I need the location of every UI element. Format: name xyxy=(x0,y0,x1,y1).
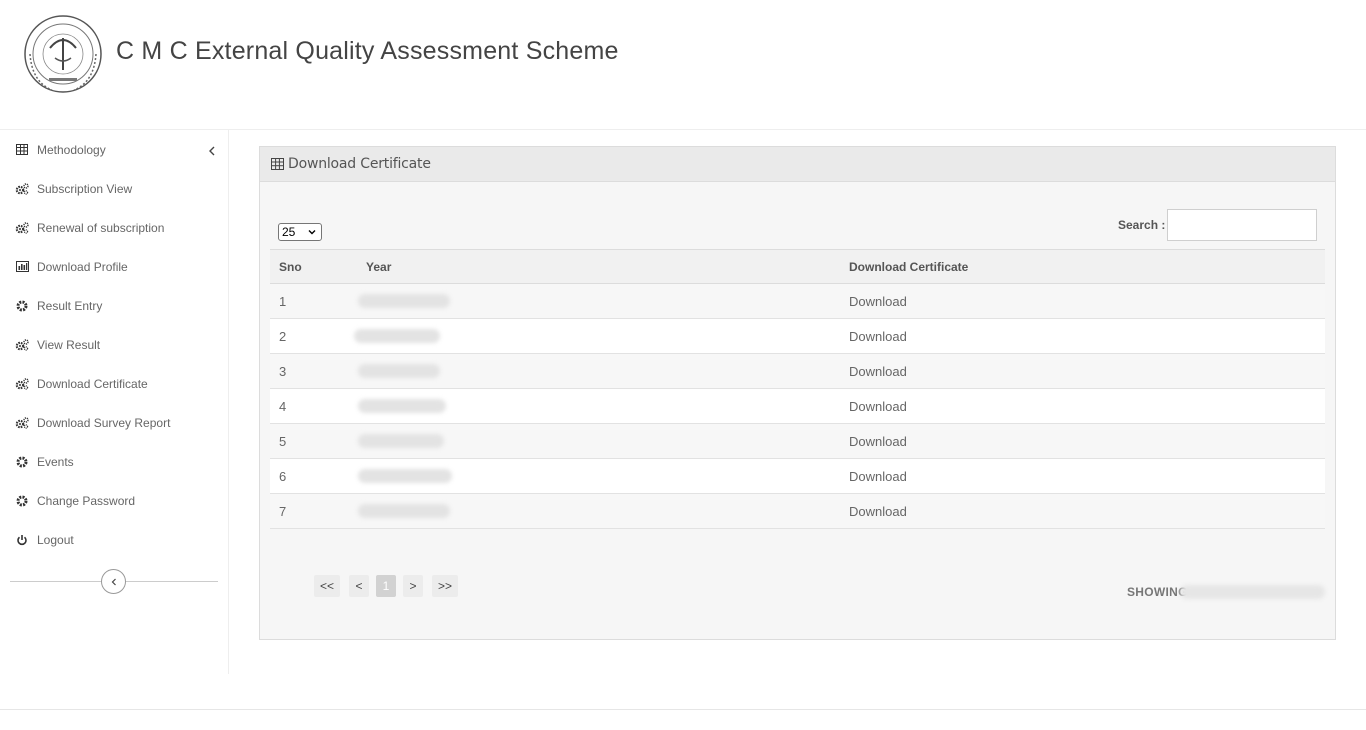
cogs-icon xyxy=(15,338,29,352)
sidebar-item-label: Download Certificate xyxy=(37,376,148,391)
table-row: 3 Download xyxy=(270,354,1325,389)
table-icon xyxy=(15,143,29,157)
sidebar-item-subscription-view[interactable]: Subscription View xyxy=(0,169,228,208)
download-link[interactable]: Download xyxy=(849,364,907,379)
college-seal-logo xyxy=(24,15,102,93)
cell-sno: 6 xyxy=(279,469,287,484)
sidebar-item-label: Methodology xyxy=(37,142,106,157)
sidebar-item-result-entry[interactable]: Result Entry xyxy=(0,286,228,325)
panel-header: Download Certificate xyxy=(260,147,1335,182)
sidebar-item-view-result[interactable]: View Result xyxy=(0,325,228,364)
cell-sno: 3 xyxy=(279,364,287,379)
redacted-year xyxy=(358,399,446,413)
table-info: SHOWING xyxy=(1127,585,1188,599)
power-icon xyxy=(15,533,29,547)
download-link[interactable]: Download xyxy=(849,329,907,344)
redacted-year xyxy=(354,329,440,343)
gear-icon xyxy=(15,299,29,313)
page-length-value: 25 xyxy=(282,225,296,239)
pagination-first[interactable]: << xyxy=(314,575,340,597)
redacted-year xyxy=(358,504,450,518)
sidebar-collapse-button[interactable] xyxy=(101,569,126,594)
sidebar-item-methodology[interactable]: Methodology xyxy=(0,130,228,169)
cell-sno: 2 xyxy=(279,329,287,344)
sidebar-item-label: Download Survey Report xyxy=(37,415,171,430)
sidebar-item-label: Download Profile xyxy=(37,259,128,274)
download-link[interactable]: Download xyxy=(849,294,907,309)
cogs-icon xyxy=(15,182,29,196)
table-row: 2 Download xyxy=(270,319,1325,354)
chevron-left-icon[interactable] xyxy=(206,144,218,158)
table-header: Sno Year Download Certificate xyxy=(270,249,1325,284)
pagination-last[interactable]: >> xyxy=(432,575,458,597)
download-link[interactable]: Download xyxy=(849,504,907,519)
sidebar-item-label: Logout xyxy=(37,532,74,547)
pagination-next[interactable]: > xyxy=(403,575,423,597)
sidebar-item-label: Subscription View xyxy=(37,181,133,196)
pagination-prev[interactable]: < xyxy=(349,575,369,597)
column-header-download[interactable]: Download Certificate xyxy=(849,260,968,274)
sidebar-item-label: View Result xyxy=(37,337,101,352)
footer-divider xyxy=(0,709,1366,710)
sidebar-item-label: Events xyxy=(37,454,74,469)
chevron-left-icon xyxy=(111,578,116,585)
chevron-down-icon xyxy=(308,230,316,235)
download-link[interactable]: Download xyxy=(849,399,907,414)
download-link[interactable]: Download xyxy=(849,434,907,449)
cell-sno: 5 xyxy=(279,434,287,449)
cell-sno: 7 xyxy=(279,504,287,519)
sidebar-item-label: Change Password xyxy=(37,493,136,508)
search-label: Search : xyxy=(1118,218,1166,232)
table-row: 7 Download xyxy=(270,494,1325,529)
download-link[interactable]: Download xyxy=(849,469,907,484)
sidebar-item-events[interactable]: Events xyxy=(0,442,228,481)
pagination-page-1[interactable]: 1 xyxy=(376,575,396,597)
table-row: 1 Download xyxy=(270,284,1325,319)
sidebar-item-renewal[interactable]: Renewal of subscription xyxy=(0,208,228,247)
table-row: 4 Download xyxy=(270,389,1325,424)
cell-sno: 1 xyxy=(279,294,287,309)
panel-title: Download Certificate xyxy=(288,156,431,172)
bar-chart-icon xyxy=(15,260,29,274)
redacted-year xyxy=(358,434,444,448)
page-header: C M C External Quality Assessment Scheme xyxy=(0,0,1366,130)
cogs-icon xyxy=(15,377,29,391)
search-input[interactable] xyxy=(1167,209,1317,241)
sidebar-item-label: Result Entry xyxy=(37,298,103,313)
redacted-table-info xyxy=(1180,585,1325,599)
redacted-year xyxy=(358,364,440,378)
sidebar-item-label: Renewal of subscription xyxy=(37,220,165,235)
site-title: C M C External Quality Assessment Scheme xyxy=(116,37,619,65)
cogs-icon xyxy=(15,221,29,235)
column-header-year[interactable]: Year xyxy=(366,260,391,274)
redacted-year xyxy=(358,294,450,308)
sidebar-item-logout[interactable]: Logout xyxy=(0,520,228,559)
cogs-icon xyxy=(15,416,29,430)
table-row: 6 Download xyxy=(270,459,1325,494)
table-row: 5 Download xyxy=(270,424,1325,459)
column-header-sno[interactable]: Sno xyxy=(279,260,302,274)
sidebar-item-download-survey-report[interactable]: Download Survey Report xyxy=(0,403,228,442)
table-icon xyxy=(271,158,284,170)
gear-icon xyxy=(15,494,29,508)
sidebar-item-change-password[interactable]: Change Password xyxy=(0,481,228,520)
gear-icon xyxy=(15,455,29,469)
page-length-select[interactable]: 25 xyxy=(278,223,322,241)
redacted-year xyxy=(358,469,452,483)
sidebar-item-download-certificate[interactable]: Download Certificate xyxy=(0,364,228,403)
cell-sno: 4 xyxy=(279,399,287,414)
sidebar-item-download-profile[interactable]: Download Profile xyxy=(0,247,228,286)
